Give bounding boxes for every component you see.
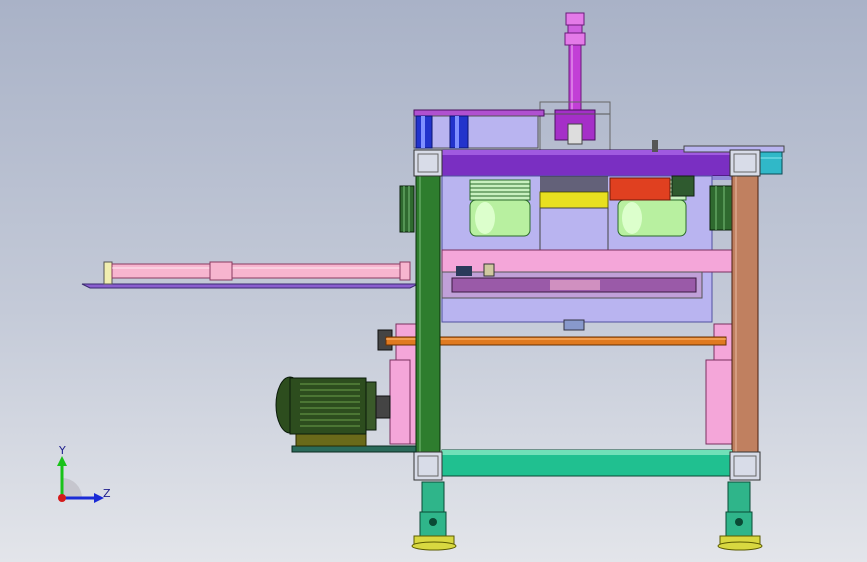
machine-model-view[interactable]: Y Z <box>0 0 867 562</box>
cad-viewport[interactable]: Y Z <box>0 0 867 562</box>
top-conveyor-rail <box>413 109 545 149</box>
triad-z-label: Z <box>103 487 111 500</box>
coordinate-triad-icon: Y Z <box>57 444 111 503</box>
vertical-cylinder <box>539 12 611 153</box>
left-guide-rail <box>81 261 419 289</box>
leveling-feet <box>411 481 763 551</box>
central-carriage <box>441 175 733 331</box>
triad-y-label: Y <box>58 444 66 457</box>
